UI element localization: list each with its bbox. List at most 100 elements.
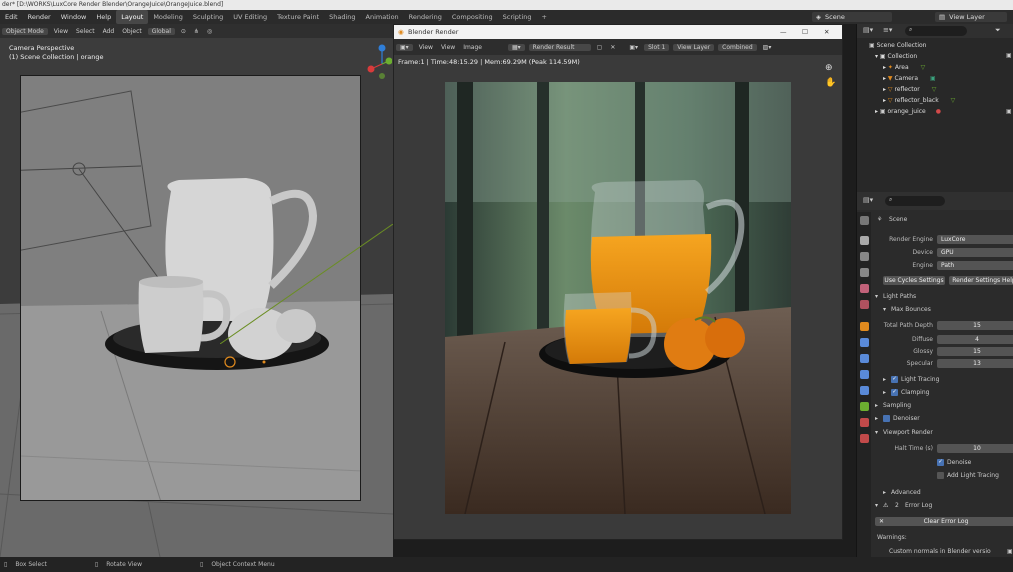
light-tracing-subpanel[interactable]: ▸ ✓ Light Tracing <box>871 373 1013 386</box>
denoiser-checkbox[interactable] <box>883 415 890 422</box>
menu-edit[interactable]: Edit <box>0 10 23 24</box>
snap-icon[interactable]: ⋔ <box>190 28 203 35</box>
use-cycles-settings-button[interactable]: Use Cycles Settings <box>883 276 945 285</box>
constraints-tab-icon[interactable] <box>860 386 869 395</box>
world-tab-icon[interactable] <box>860 300 869 309</box>
halt-time-field[interactable]: 10 <box>937 444 1013 453</box>
layer-dropdown[interactable]: View Layer <box>673 43 715 51</box>
properties-panel[interactable]: ▤▾ ⌕ ⚘ Scene Render Engine LuxCore Devic… <box>856 192 1013 557</box>
outliner-item-camera[interactable]: ▸ ▼ Camera ▣ <box>857 73 1013 84</box>
outliner-item-reflector-black[interactable]: ▸ ▽ reflector_black ▽ <box>857 95 1013 106</box>
modifier-tab-icon[interactable] <box>860 338 869 347</box>
render-settings-help-button[interactable]: Render Settings Help <box>949 276 1013 285</box>
error-log-panel[interactable]: ▾ ⚠ 2 Error Log <box>871 499 1013 512</box>
scene-tab-icon[interactable] <box>860 284 869 293</box>
workspace-tab-scripting[interactable]: Scripting <box>498 10 537 24</box>
denoiser-panel[interactable]: ▸ Denoiser <box>871 412 1013 425</box>
object-mode-dropdown[interactable]: Object Mode <box>2 27 48 35</box>
data-tab-icon[interactable] <box>860 402 869 411</box>
particles-tab-icon[interactable] <box>860 354 869 363</box>
proportional-icon[interactable]: ◎ <box>203 28 216 35</box>
workspace-tab-compositing[interactable]: Compositing <box>447 10 498 24</box>
advanced-subpanel[interactable]: ▸ Advanced <box>871 486 1013 499</box>
image-browse-icon[interactable]: ▦▾ <box>507 43 525 51</box>
visibility-checkbox-icon[interactable]: ▣ <box>1006 108 1012 115</box>
outliner-editor-icon[interactable]: ▤▾ <box>863 26 873 34</box>
orientation-dropdown[interactable]: Global <box>147 27 175 35</box>
menu-render[interactable]: Render <box>23 10 56 24</box>
display-mode-icon[interactable]: ▣▾ <box>625 44 642 51</box>
minimize-icon[interactable]: — <box>780 25 787 39</box>
properties-editor-icon[interactable]: ▤▾ <box>863 196 873 204</box>
workspace-tab-sculpting[interactable]: Sculpting <box>188 10 228 24</box>
view-layer-tab-icon[interactable] <box>860 268 869 277</box>
outliner-item-collection[interactable]: ▾ ▣ Collection <box>857 51 1013 62</box>
render-tab-icon[interactable] <box>860 236 869 245</box>
image-close-icon[interactable]: ✕ <box>606 44 619 51</box>
glossy-field[interactable]: 15 <box>937 347 1013 356</box>
add-light-tracing-checkbox[interactable] <box>937 472 944 479</box>
image-name-field[interactable]: Render Result <box>528 43 591 51</box>
pan-hand-icon[interactable]: ✋ <box>825 78 836 88</box>
maximize-icon[interactable]: ☐ <box>802 25 808 39</box>
menu-help[interactable]: Help <box>91 10 116 24</box>
editor-type-icon[interactable]: ▣▾ <box>396 43 413 51</box>
outliner-item-area[interactable]: ▸ ✦ Area ▽ <box>857 62 1013 73</box>
material-tab-icon[interactable] <box>860 418 869 427</box>
device-dropdown[interactable]: GPU <box>937 248 1013 257</box>
pass-dropdown[interactable]: Combined <box>718 43 757 51</box>
viewport-render-panel[interactable]: ▾ Viewport Render <box>871 426 1013 439</box>
workspace-tab-animation[interactable]: Animation <box>361 10 404 24</box>
clamping-subpanel[interactable]: ▸ ✓ Clamping <box>871 386 1013 399</box>
workspace-tab-shading[interactable]: Shading <box>324 10 360 24</box>
filter-icon[interactable]: ⏷ <box>995 26 1001 35</box>
outliner-search-input[interactable]: ⌕ <box>905 26 967 36</box>
render-window[interactable]: ◉ Blender Render — ☐ ✕ ▣▾ View View Imag… <box>393 24 843 540</box>
add-workspace-icon[interactable]: + <box>537 10 552 24</box>
diffuse-field[interactable]: 4 <box>937 335 1013 344</box>
outliner-panel[interactable]: ▤▾ ≡▾ ⌕ ⏷ ▣ Scene Collection ▾ ▣ Collect… <box>856 24 1013 192</box>
outliner-item-orange-juice[interactable]: ▸ ▣ orange_juice ● <box>857 106 1013 117</box>
clamping-checkbox[interactable]: ✓ <box>891 389 898 396</box>
close-icon[interactable]: ✕ <box>824 25 829 39</box>
outliner-item-reflector[interactable]: ▸ ▽ reflector ▽ <box>857 84 1013 95</box>
total-path-depth-field[interactable]: 15 <box>937 321 1013 330</box>
denoise-checkbox[interactable]: ✓ <box>937 459 944 466</box>
image-pin-icon[interactable]: ▢ <box>593 44 607 51</box>
workspace-tab-texture-paint[interactable]: Texture Paint <box>272 10 324 24</box>
navigation-gizmo[interactable] <box>364 42 392 92</box>
specular-field[interactable]: 13 <box>937 359 1013 368</box>
light-paths-panel[interactable]: ▾ Light Paths <box>871 290 1013 303</box>
workspace-tab-rendering[interactable]: Rendering <box>404 10 447 24</box>
3d-viewport[interactable]: Object Mode View Select Add Object Globa… <box>0 24 393 557</box>
workspace-tab-uv-editing[interactable]: UV Editing <box>228 10 272 24</box>
copy-icon[interactable]: ▣ <box>1007 545 1013 557</box>
sampling-panel[interactable]: ▸ Sampling <box>871 399 1013 412</box>
physics-tab-icon[interactable] <box>860 370 869 379</box>
pivot-icon[interactable]: ⊙ <box>177 28 190 35</box>
viewport-menu-view[interactable]: View <box>50 28 72 35</box>
render-engine-dropdown[interactable]: LuxCore <box>937 235 1013 244</box>
viewport-menu-add[interactable]: Add <box>99 28 119 35</box>
viewport-menu-select[interactable]: Select <box>72 28 99 35</box>
slot-dropdown[interactable]: Slot 1 <box>644 43 670 51</box>
tool-tab-icon[interactable] <box>860 216 869 225</box>
engine-dropdown[interactable]: Path <box>937 261 1013 270</box>
scene-selector[interactable]: ◈ Scene <box>812 12 892 22</box>
outliner-item-scene-collection[interactable]: ▣ Scene Collection <box>857 40 1013 51</box>
view-layer-selector[interactable]: ▤ View Layer <box>935 12 1007 22</box>
zoom-icon[interactable]: ⊕ <box>825 63 833 73</box>
workspace-tab-modeling[interactable]: Modeling <box>148 10 188 24</box>
clear-error-log-button[interactable]: ✕ Clear Error Log <box>875 517 1013 526</box>
image-menu-view-2[interactable]: View <box>437 44 459 51</box>
light-tracing-checkbox[interactable]: ✓ <box>891 376 898 383</box>
image-menu-image[interactable]: Image <box>459 44 486 51</box>
object-tab-icon[interactable] <box>860 322 869 331</box>
viewport-menu-object[interactable]: Object <box>118 28 146 35</box>
display-mode-icon-outliner[interactable]: ≡▾ <box>883 26 892 34</box>
image-menu-view[interactable]: View <box>415 44 437 51</box>
texture-tab-icon[interactable] <box>860 434 869 443</box>
properties-search-input[interactable]: ⌕ <box>885 196 945 206</box>
workspace-tab-layout[interactable]: Layout <box>116 10 149 24</box>
menu-window[interactable]: Window <box>56 10 92 24</box>
